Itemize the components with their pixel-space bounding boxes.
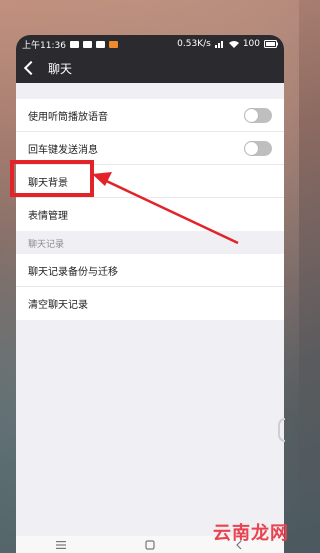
watermark: 云南龙网	[213, 523, 289, 544]
phone-device: 上午11:36 0.53K/s 100 聊天 使用听筒播放语音 回车键发送消息 …	[0, 0, 299, 553]
pointer-arrow	[92, 172, 239, 245]
